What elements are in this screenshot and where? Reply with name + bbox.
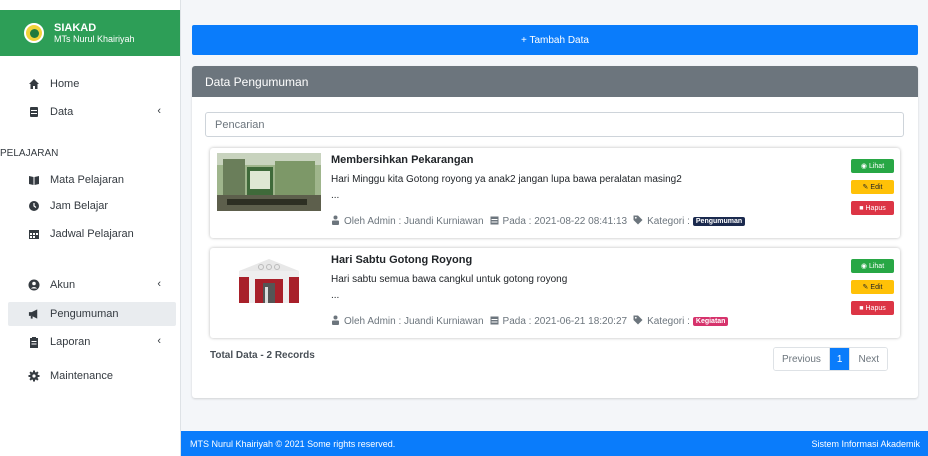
database-icon <box>28 106 40 118</box>
clock-icon <box>28 200 40 212</box>
brand-subtitle: MTs Nurul Khairiyah <box>54 33 135 44</box>
sidebar-item-home[interactable]: Home <box>0 72 175 96</box>
eye-icon: ◉ <box>860 263 867 270</box>
category-badge: Kegiatan <box>692 317 729 326</box>
trash-icon: ■ <box>859 204 864 212</box>
sidebar: SIAKAD MTs Nurul Khairiyah Home Data ‹ P… <box>0 0 181 456</box>
delete-button[interactable]: ■ Hapus <box>851 301 894 315</box>
search-input[interactable] <box>205 112 904 137</box>
chevron-left-icon: ‹ <box>157 105 161 117</box>
list-item: Membersihkan Pekarangan Hari Minggu kita… <box>210 148 900 238</box>
post-ellipsis: ... <box>331 190 340 201</box>
sidebar-item-jadwal-pelajaran[interactable]: Jadwal Pelajaran <box>0 222 175 246</box>
edit-button[interactable]: ✎ Edit <box>851 280 894 294</box>
footer-app-name: Sistem Informasi Akademik <box>811 438 920 449</box>
brand-title: SIAKAD <box>54 21 97 34</box>
footer-copyright: MTS Nurul Khairiyah © 2021 Some rights r… <box>190 438 396 449</box>
post-title: Membersihkan Pekarangan <box>331 154 474 166</box>
sidebar-item-label: Data <box>50 106 74 118</box>
post-title: Hari Sabtu Gotong Royong <box>331 254 473 266</box>
post-thumbnail-image <box>217 253 321 311</box>
sidebar-item-label: Jadwal Pelajaran <box>50 228 134 240</box>
sidebar-item-laporan[interactable]: Laporan ‹ <box>0 330 175 354</box>
post-author: Oleh Admin : Juandi Kurniawan <box>344 216 484 227</box>
post-date: Pada : 2021-08-22 08:41:13 <box>502 216 628 227</box>
user-icon <box>331 215 340 228</box>
chevron-left-icon: ‹ <box>157 335 161 347</box>
post-date: Pada : 2021-06-21 18:20:27 <box>502 316 628 327</box>
post-meta: Oleh Admin : Juandi Kurniawan Pada : 202… <box>331 215 746 228</box>
post-author: Oleh Admin : Juandi Kurniawan <box>344 316 484 327</box>
view-button[interactable]: ◉ Lihat <box>851 259 894 273</box>
sidebar-item-label: Home <box>50 78 80 90</box>
sidebar-item-label: Akun <box>50 279 76 291</box>
post-thumbnail-image <box>217 153 321 211</box>
post-meta: Oleh Admin : Juandi Kurniawan Pada : 202… <box>331 315 729 328</box>
footer: MTS Nurul Khairiyah © 2021 Some rights r… <box>181 431 928 456</box>
pagination-page-1[interactable]: 1 <box>828 348 850 370</box>
sidebar-item-label: Jam Belajar <box>50 200 109 212</box>
brand[interactable]: SIAKAD MTs Nurul Khairiyah <box>0 10 180 56</box>
calendar-icon <box>28 228 40 240</box>
pagination-previous[interactable]: Previous <box>774 348 829 370</box>
category-badge: Pengumuman <box>692 217 746 226</box>
add-data-button[interactable]: + Tambah Data <box>192 25 918 55</box>
sidebar-item-mata-pelajaran[interactable]: Mata Pelajaran <box>0 168 175 192</box>
list-item: Hari Sabtu Gotong Royong Hari sabtu semu… <box>210 248 900 338</box>
school-logo-icon <box>24 23 44 43</box>
sidebar-item-label: Laporan <box>50 336 91 348</box>
sidebar-item-data[interactable]: Data ‹ <box>0 100 175 124</box>
sidebar-item-label: Maintenance <box>50 370 113 382</box>
user-circle-icon <box>28 279 40 291</box>
view-button[interactable]: ◉ Lihat <box>851 159 894 173</box>
edit-icon: ✎ <box>862 284 869 291</box>
tag-icon <box>633 215 643 228</box>
home-icon <box>28 78 40 90</box>
chevron-left-icon: ‹ <box>157 278 161 290</box>
sidebar-item-label: Pengumuman <box>50 308 119 320</box>
post-body: Hari Minggu kita Gotong royong ya anak2 … <box>331 174 682 185</box>
eye-icon: ◉ <box>860 163 867 170</box>
trash-icon: ■ <box>859 304 864 312</box>
card-title: Data Pengumuman <box>192 66 918 97</box>
post-category-label: Kategori : <box>647 216 690 227</box>
sidebar-item-label: Mata Pelajaran <box>50 174 124 186</box>
sidebar-item-akun[interactable]: Akun ‹ <box>0 273 175 297</box>
user-icon <box>331 315 340 328</box>
announcement-card: Data Pengumuman Membersihkan Pekarangan … <box>192 66 918 398</box>
delete-button[interactable]: ■ Hapus <box>851 201 894 215</box>
calendar-icon <box>490 215 499 228</box>
gear-icon <box>28 370 40 382</box>
sidebar-item-maintenance[interactable]: Maintenance <box>0 364 175 388</box>
tag-icon <box>633 315 643 328</box>
sidebar-item-jam-belajar[interactable]: Jam Belajar <box>0 194 175 218</box>
book-icon <box>28 174 40 186</box>
calendar-icon <box>490 315 499 328</box>
clipboard-icon <box>28 336 40 348</box>
post-body: Hari sabtu semua bawa cangkul untuk goto… <box>331 274 568 285</box>
sidebar-item-pengumuman[interactable]: Pengumuman <box>8 302 176 326</box>
pagination: Previous 1 Next <box>773 347 889 371</box>
edit-button[interactable]: ✎ Edit <box>851 180 894 194</box>
total-records: Total Data - 2 Records <box>210 350 315 361</box>
post-ellipsis: ... <box>331 290 340 301</box>
edit-icon: ✎ <box>862 184 869 191</box>
bullhorn-icon <box>28 308 40 320</box>
post-category-label: Kategori : <box>647 316 690 327</box>
pagination-next[interactable]: Next <box>849 348 888 370</box>
